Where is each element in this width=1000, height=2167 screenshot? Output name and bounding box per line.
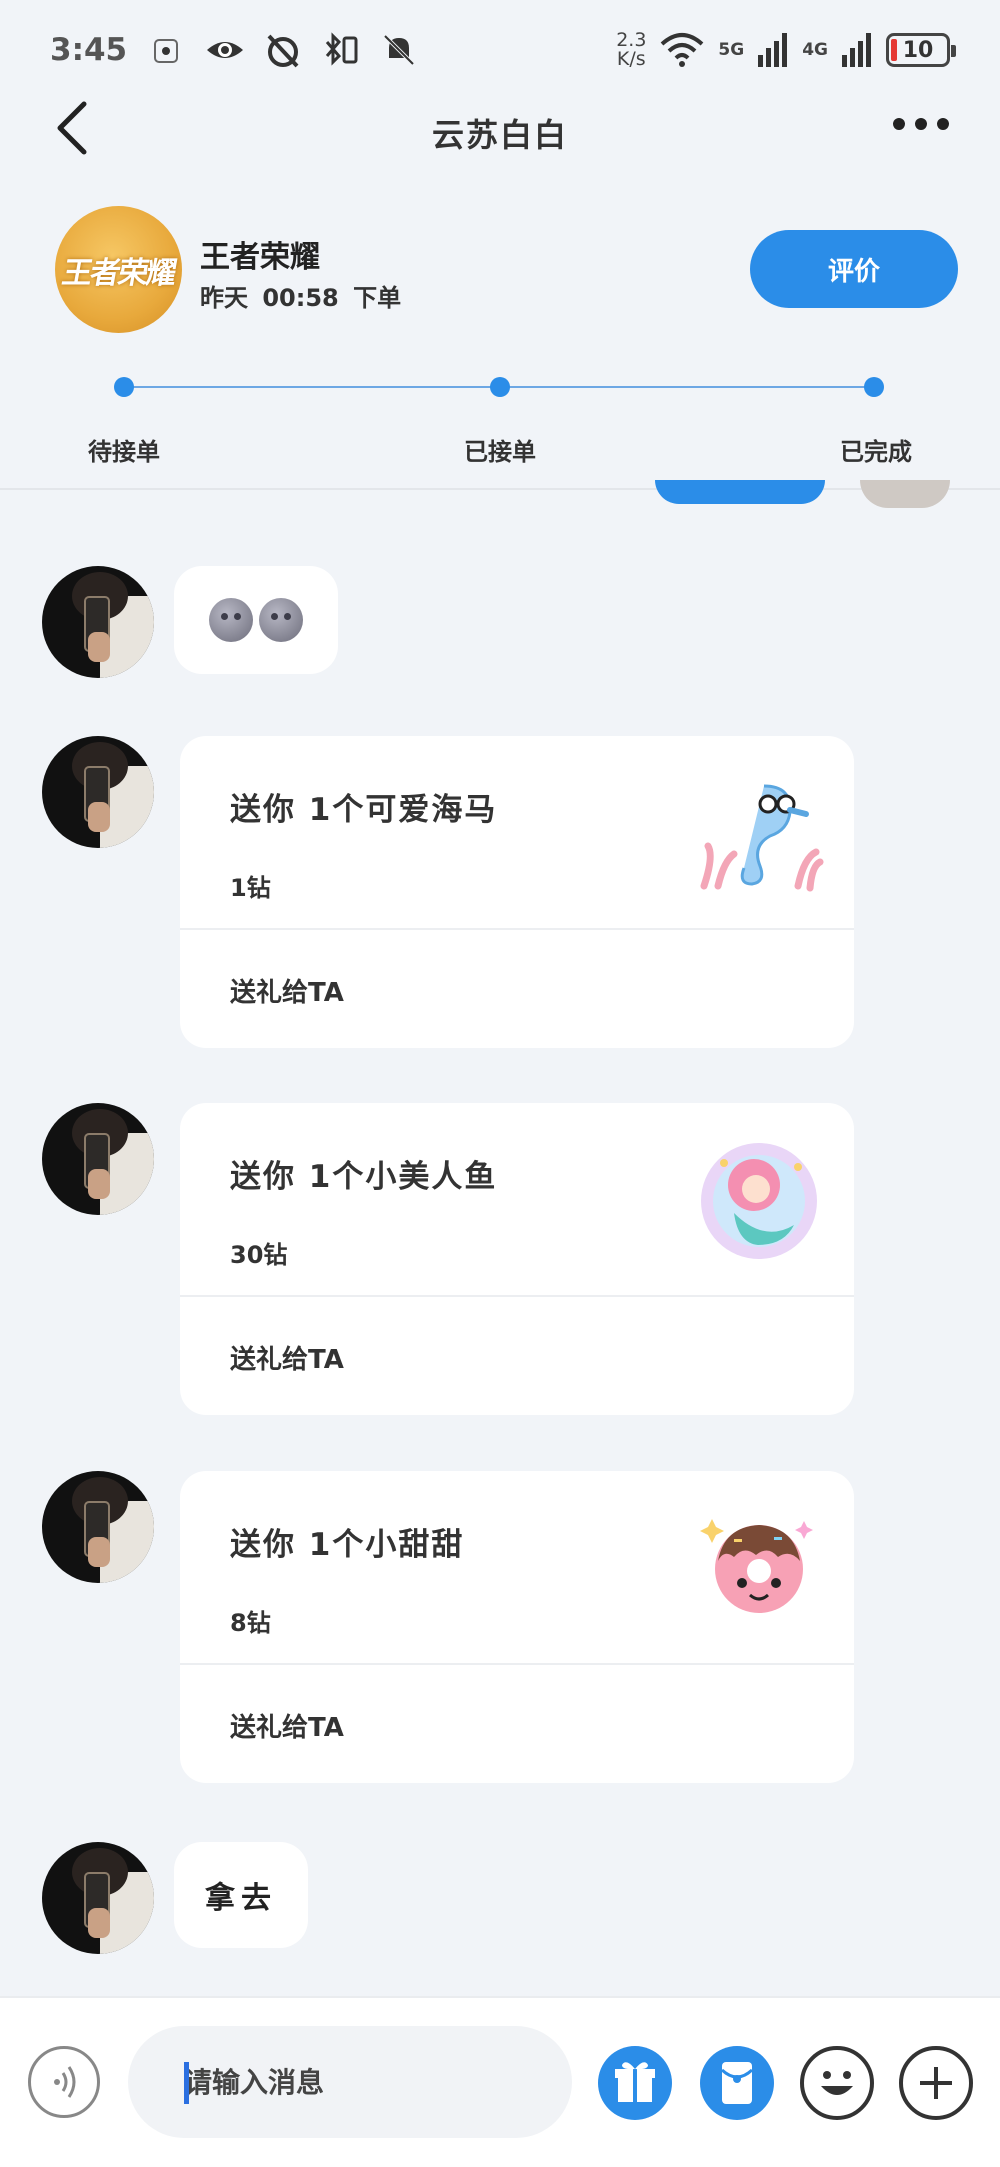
alarm-off-icon xyxy=(267,34,299,68)
send-gift-back-button[interactable]: 送礼给TA xyxy=(230,1339,344,1376)
signal-5g-label: 5G xyxy=(718,40,745,60)
clipped-avatar xyxy=(860,480,950,508)
progress-dot-accepted xyxy=(490,377,510,397)
status-time: 3:45 xyxy=(50,32,128,68)
donut-sticker-icon xyxy=(700,1519,813,1613)
avatar[interactable] xyxy=(42,1103,154,1215)
status-bar: 3:45 2.3 K/s 5G 4G 10 xyxy=(0,0,1000,100)
progress-label-accepted: 已接单 xyxy=(464,438,536,466)
eye-icon xyxy=(207,42,244,58)
rate-button[interactable]: 评价 xyxy=(750,230,958,308)
order-game-name: 王者荣耀 xyxy=(200,240,320,275)
send-gift-back-button[interactable]: 送礼给TA xyxy=(230,972,344,1009)
signal-bars-icon xyxy=(758,33,788,67)
send-gift-back-button[interactable]: 送礼给TA xyxy=(230,1707,344,1744)
notification-dot-icon xyxy=(154,39,179,63)
seahorse-sticker-icon xyxy=(700,784,824,892)
gift-price: 30钻 xyxy=(230,1241,288,1269)
header-divider xyxy=(0,488,1000,490)
mute-bell-icon xyxy=(383,34,415,66)
gift-title: 送你 1个小甜甜 xyxy=(230,1527,465,1563)
progress-label-completed: 已完成 xyxy=(840,438,912,466)
plus-icon[interactable] xyxy=(899,2046,973,2120)
avatar[interactable] xyxy=(42,736,154,848)
signal-4g-label: 4G xyxy=(802,40,828,60)
order-time: 昨天 00:58 下单 xyxy=(200,284,402,312)
game-logo-text: 王者荣耀 xyxy=(58,255,177,291)
signal-bars-icon xyxy=(842,33,871,67)
progress-dot-pending xyxy=(114,377,134,397)
text-cursor xyxy=(184,2062,189,2104)
battery-level: 10 xyxy=(902,37,934,63)
wifi-icon xyxy=(661,33,704,67)
gift-card[interactable]: 送你 1个小美人鱼 30钻 送礼给TA xyxy=(180,1103,854,1415)
message-input[interactable] xyxy=(128,2026,572,2138)
clipped-message-button xyxy=(655,480,825,504)
gift-card-divider xyxy=(180,1663,854,1665)
voice-icon[interactable] xyxy=(28,2046,100,2118)
more-icon[interactable] xyxy=(893,118,949,130)
mermaid-sticker-icon xyxy=(701,1143,817,1259)
gift-card[interactable]: 送你 1个可爱海马 1钻 送礼给TA xyxy=(180,736,854,1048)
avatar[interactable] xyxy=(42,1471,154,1583)
net-speed-unit: K/s xyxy=(616,48,646,70)
text-message-bubble: 拿去 xyxy=(174,1842,308,1948)
progress-dot-completed xyxy=(864,377,884,397)
emoji-message-bubble xyxy=(174,566,338,674)
emoji-icon[interactable] xyxy=(800,2046,874,2120)
bluetooth-vibrate-icon xyxy=(325,32,358,66)
avatar[interactable] xyxy=(42,1842,154,1954)
gift-title: 送你 1个小美人鱼 xyxy=(230,1159,498,1195)
page-title: 云苏白白 xyxy=(431,116,568,154)
net-speed: 2.3 K/s xyxy=(616,31,646,69)
red-packet-icon[interactable] xyxy=(700,2046,774,2120)
gift-price: 1钻 xyxy=(230,874,271,902)
gift-price: 8钻 xyxy=(230,1609,271,1637)
gift-card[interactable]: 送你 1个小甜甜 8钻 送礼给TA xyxy=(180,1471,854,1783)
battery-indicator: 10 xyxy=(886,33,956,67)
new-moon-face-icon xyxy=(259,598,303,642)
gift-title: 送你 1个可爱海马 xyxy=(230,792,498,828)
game-logo: 王者荣耀 xyxy=(55,206,182,333)
gift-icon[interactable] xyxy=(598,2046,672,2120)
progress-label-pending: 待接单 xyxy=(88,438,160,466)
avatar[interactable] xyxy=(42,566,154,678)
gift-card-divider xyxy=(180,1295,854,1297)
gift-card-divider xyxy=(180,928,854,930)
new-moon-face-icon xyxy=(209,598,253,642)
